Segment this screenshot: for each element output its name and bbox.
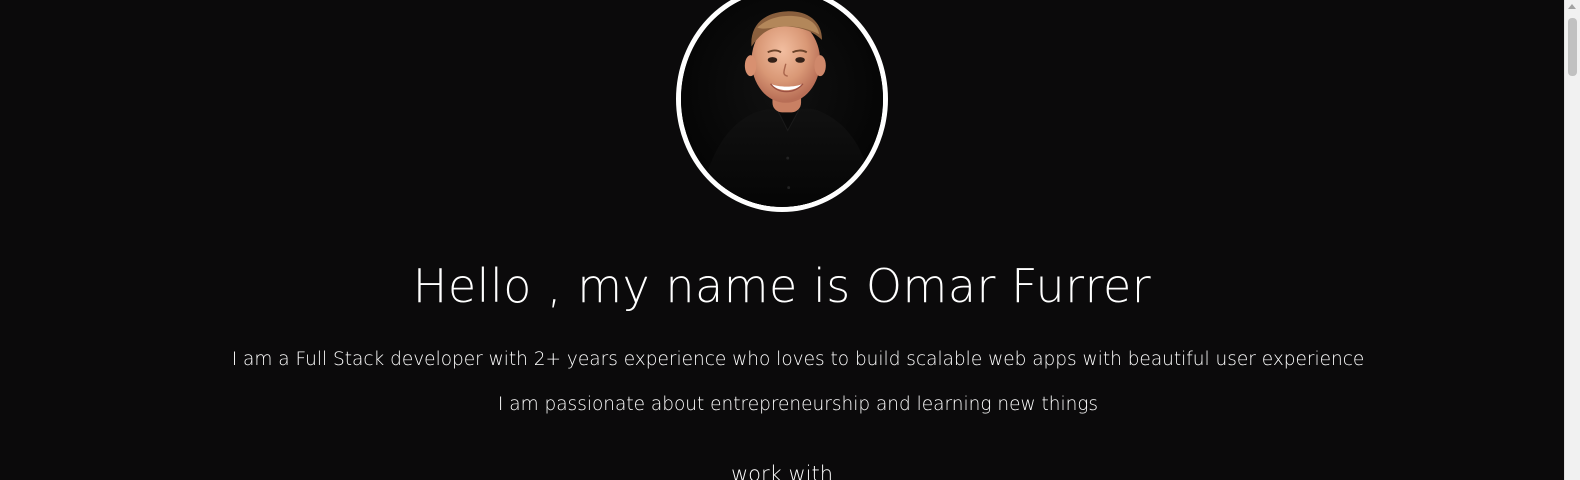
profile-avatar xyxy=(676,0,888,212)
vertical-scrollbar[interactable] xyxy=(1564,0,1580,480)
scroll-up-icon[interactable] xyxy=(1568,4,1576,9)
portrait-photo xyxy=(681,0,883,207)
bio-line-passion: I am passionate about entrepreneurship a… xyxy=(497,394,1099,415)
scrollbar-thumb[interactable] xyxy=(1568,18,1577,76)
page-title: Hello , my name is Omar Furrer xyxy=(412,259,1152,313)
profile-page: Hello , my name is Omar Furrer I am a Fu… xyxy=(0,0,1580,480)
bio-line-experience: I am a Full Stack developer with 2+ year… xyxy=(231,349,1365,370)
work-with-heading: work with xyxy=(730,462,834,480)
